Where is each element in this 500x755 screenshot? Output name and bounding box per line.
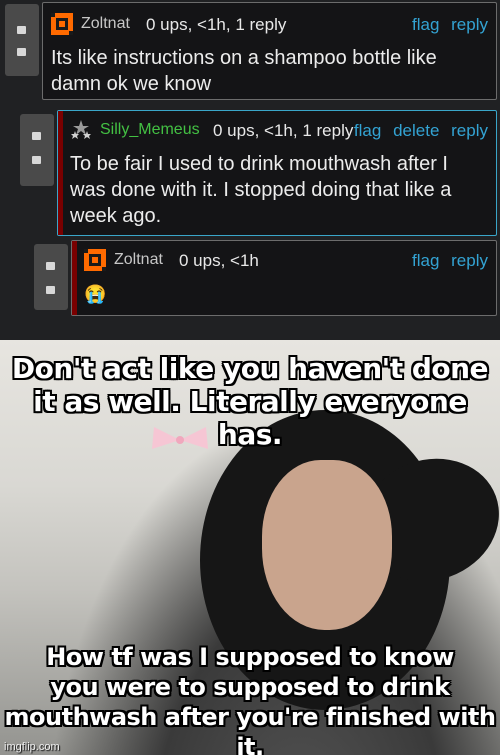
top-caption: Don't act like you haven't done it as we… xyxy=(0,352,500,451)
comment-username[interactable]: Zoltnat xyxy=(114,251,163,269)
upvote-button[interactable] xyxy=(46,262,55,270)
comment-meta: 0 ups, <1h, 1 reply xyxy=(213,121,354,140)
flag-link[interactable]: flag xyxy=(412,251,439,270)
caption-line: mouthwash after you're finished with it. xyxy=(4,703,496,755)
comment-1: Zoltnat 0 ups, <1h, 1 reply flag reply I… xyxy=(42,2,497,100)
reply-link[interactable]: reply xyxy=(451,15,488,34)
comment-text-line: Its like instructions on a shampoo bottl… xyxy=(51,47,437,69)
downvote-button[interactable] xyxy=(32,156,41,164)
comment-username[interactable]: Silly_Memeus xyxy=(100,121,200,139)
crying-emoji: 😭 xyxy=(84,284,107,304)
comment-text-line: week ago. xyxy=(70,205,162,227)
delete-link[interactable]: delete xyxy=(393,121,439,140)
comment-text-line: To be fair I used to drink mouthwash aft… xyxy=(70,153,448,175)
upvote-button[interactable] xyxy=(17,26,26,34)
watermark: imgflip.com xyxy=(4,741,60,753)
vote-box xyxy=(5,4,39,76)
comment-text-line: was done with it. I stopped doing that l… xyxy=(70,179,452,201)
stars-avatar-icon[interactable] xyxy=(70,119,92,141)
downvote-button[interactable] xyxy=(46,286,55,294)
caption-line: How tf was I supposed to know xyxy=(46,643,454,671)
comment-thread: Zoltnat 0 ups, <1h, 1 reply flag reply I… xyxy=(0,0,500,340)
comment-2: Silly_Memeus 0 ups, <1h, 1 reply flag de… xyxy=(57,110,497,236)
comment-meta: 0 ups, <1h, 1 reply xyxy=(146,15,287,34)
caption-line: it as well. Literally everyone has. xyxy=(33,385,467,451)
comment-3: Zoltnat 0 ups, <1h flag reply 😭 xyxy=(71,240,497,316)
caption-line: you were to supposed to drink xyxy=(50,673,450,701)
pixel-avatar-icon[interactable] xyxy=(84,249,106,271)
caption-line: Don't act like you haven't done xyxy=(11,352,489,385)
reply-link[interactable]: reply xyxy=(451,121,488,140)
pixel-avatar-icon[interactable] xyxy=(51,13,73,35)
vote-box xyxy=(20,114,54,186)
bottom-caption: How tf was I supposed to know you were t… xyxy=(0,642,500,755)
downvote-button[interactable] xyxy=(17,48,26,56)
comment-username[interactable]: Zoltnat xyxy=(81,15,130,33)
reply-link[interactable]: reply xyxy=(451,251,488,270)
flag-link[interactable]: flag xyxy=(412,15,439,34)
upvote-button[interactable] xyxy=(32,132,41,140)
comment-meta: 0 ups, <1h xyxy=(179,251,259,270)
vote-box xyxy=(34,244,68,310)
meme-image: Don't act like you haven't done it as we… xyxy=(0,340,500,755)
comment-text-line: damn ok we know xyxy=(51,73,212,95)
face-shape xyxy=(262,460,392,630)
flag-link[interactable]: flag xyxy=(354,121,381,140)
